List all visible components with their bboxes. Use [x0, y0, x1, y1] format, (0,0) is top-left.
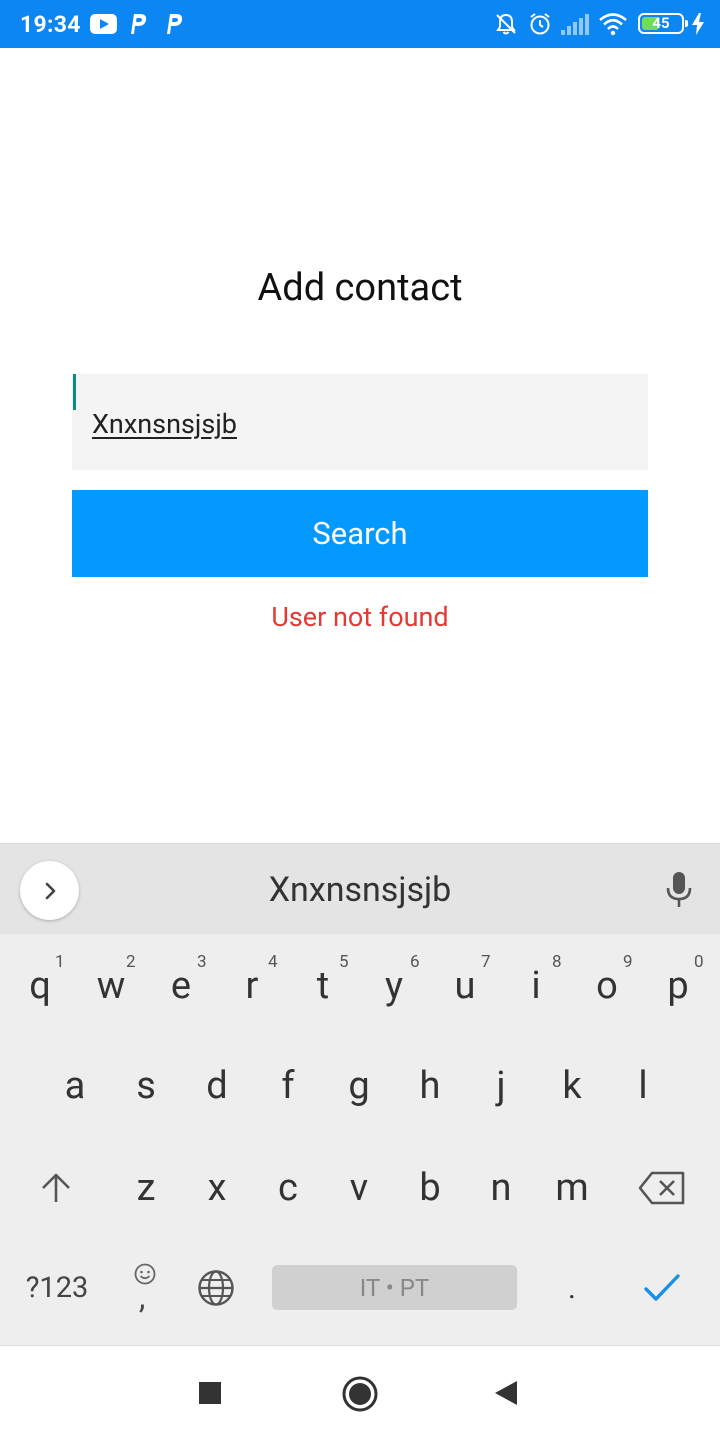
parking-p-icon [167, 14, 183, 34]
spacebar[interactable]: IT • PT [272, 1265, 517, 1310]
enter-key[interactable] [628, 1256, 696, 1320]
shift-icon [42, 1173, 70, 1202]
key-f[interactable]: f [258, 1054, 318, 1118]
charging-bolt-icon [692, 13, 704, 35]
battery-percent: 45 [652, 14, 670, 32]
key-s[interactable]: s [116, 1054, 176, 1118]
key-hint: 8 [552, 952, 562, 972]
emoji-comma-key[interactable]: , [115, 1254, 175, 1324]
key-d[interactable]: d [187, 1054, 247, 1118]
search-input-value: Xnxnsnsjsjb [92, 408, 237, 440]
key-hint: 0 [694, 952, 704, 972]
wifi-icon [599, 13, 627, 36]
key-j[interactable]: j [471, 1054, 531, 1118]
key-hint: 6 [410, 952, 420, 972]
key-hint: 9 [623, 952, 633, 972]
status-bar: 19:34 45 [0, 0, 720, 48]
key-z[interactable]: z [116, 1156, 176, 1220]
alarm-clock-icon [530, 13, 550, 35]
key-k[interactable]: k [542, 1054, 602, 1118]
recents-square-icon[interactable] [198, 1381, 222, 1405]
text-caret [73, 374, 76, 410]
error-message: User not found [271, 601, 449, 633]
soft-keyboard: Xnxnsnsjsjb q w e r t y u i o p 1 2 3 4 … [0, 843, 720, 1345]
suggestion-strip: Xnxnsnsjsjb [0, 844, 720, 934]
status-time: 19:34 [20, 11, 81, 38]
battery-icon: 45 [638, 13, 688, 34]
key-x[interactable]: x [187, 1156, 247, 1220]
checkmark-icon [644, 1274, 680, 1301]
expand-toolbar-button[interactable] [20, 861, 79, 920]
key-v[interactable]: v [329, 1156, 389, 1220]
language-key[interactable] [186, 1256, 246, 1320]
key-hint: 5 [339, 952, 349, 972]
key-hint: 1 [55, 952, 65, 972]
word-suggestion[interactable]: Xnxnsnsjsjb [160, 870, 560, 910]
key-hint: 4 [268, 952, 278, 972]
key-hint: 7 [481, 952, 491, 972]
key-n[interactable]: n [471, 1156, 531, 1220]
key-l[interactable]: l [613, 1054, 673, 1118]
period-key[interactable]: . [542, 1256, 602, 1320]
comma-label: , [139, 1278, 146, 1316]
back-triangle-icon[interactable] [494, 1380, 518, 1406]
key-hint: 3 [197, 952, 207, 972]
key-c[interactable]: c [258, 1156, 318, 1220]
key-a[interactable]: a [45, 1054, 105, 1118]
search-input[interactable]: Xnxnsnsjsjb [72, 374, 648, 470]
key-hint: 2 [126, 952, 136, 972]
search-button[interactable]: Search [72, 490, 648, 577]
globe-icon [198, 1270, 234, 1306]
key-g[interactable]: g [329, 1054, 389, 1118]
backspace-key[interactable] [622, 1156, 702, 1220]
signal-icon [561, 14, 589, 35]
chevron-right-icon [45, 882, 55, 899]
navigation-bar [0, 1345, 720, 1440]
youtube-icon [90, 14, 117, 34]
shift-key[interactable] [16, 1156, 96, 1220]
bell-off-icon [496, 13, 516, 35]
backspace-icon [638, 1171, 685, 1205]
home-circle-icon[interactable] [341, 1375, 379, 1413]
key-b[interactable]: b [400, 1156, 460, 1220]
microphone-icon[interactable] [662, 870, 696, 910]
parking-p-icon [131, 14, 147, 34]
page-title: Add contact [257, 266, 463, 310]
key-m[interactable]: m [542, 1156, 602, 1220]
key-h[interactable]: h [400, 1054, 460, 1118]
symbols-key[interactable]: ?123 [14, 1256, 100, 1320]
